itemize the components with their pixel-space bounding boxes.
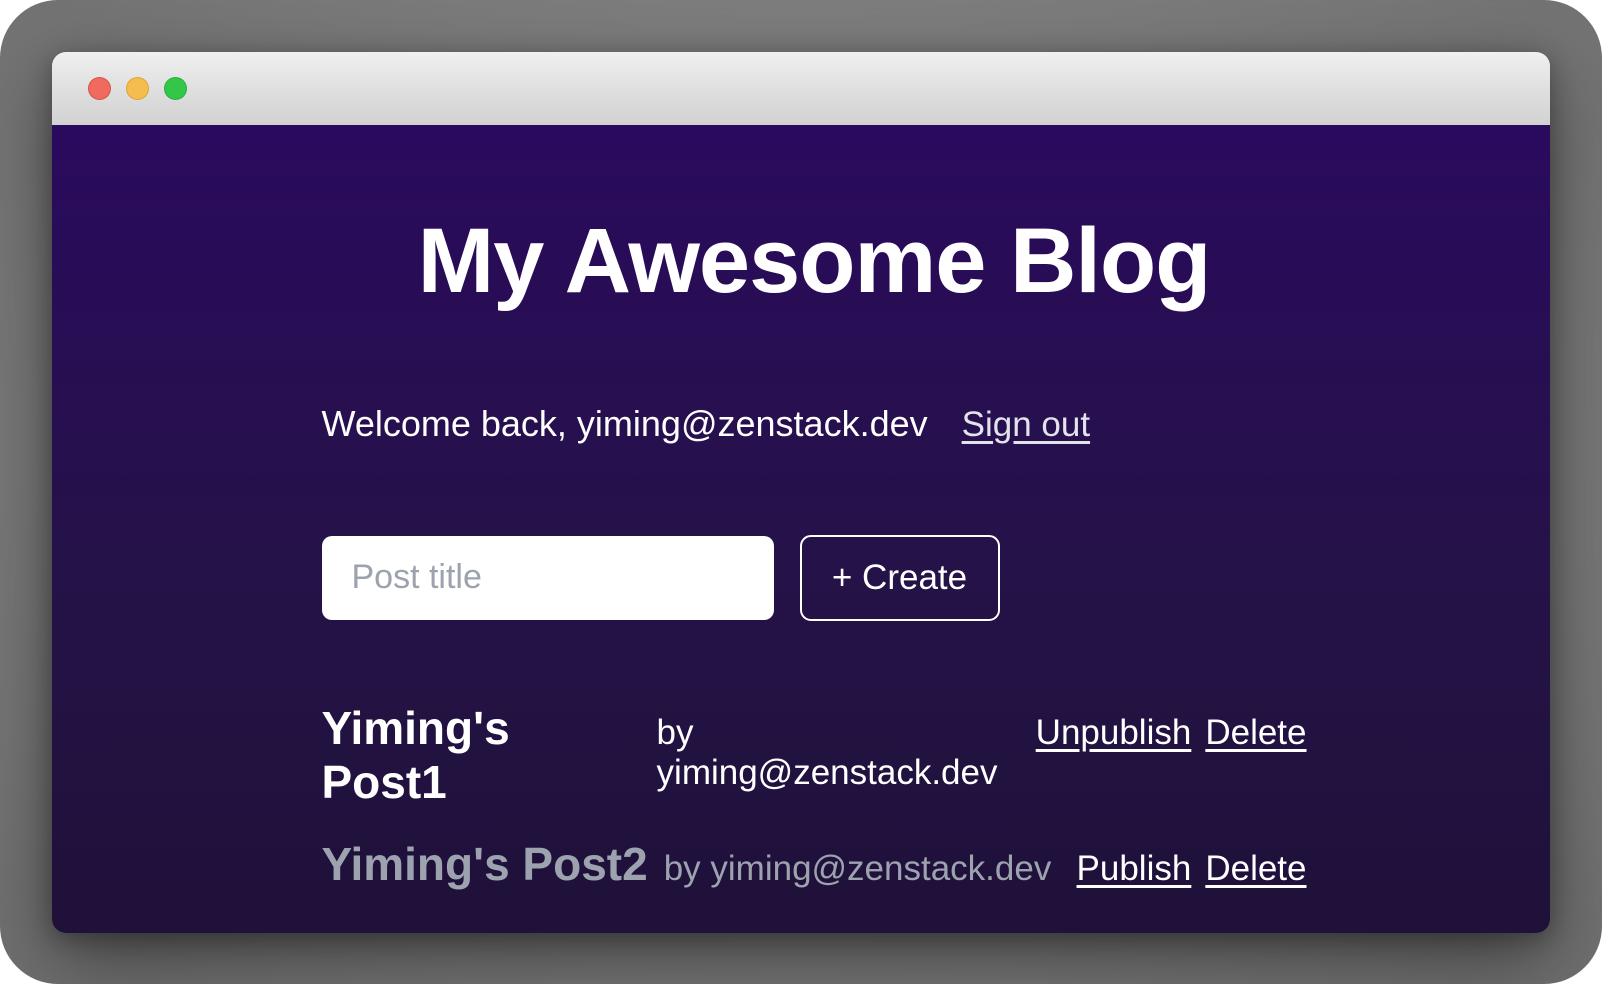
welcome-message: Welcome back, yiming@zenstack.dev <box>322 403 928 445</box>
post-title: Yiming's Post1 <box>322 701 641 809</box>
post-row: Yiming's Post1 by yiming@zenstack.dev Un… <box>322 701 1307 809</box>
sign-out-link[interactable]: Sign out <box>962 405 1090 445</box>
create-post-button[interactable]: + Create <box>800 535 1000 621</box>
screen-backdrop: My Awesome Blog Welcome back, yiming@zen… <box>0 0 1602 984</box>
screenshot-stage: My Awesome Blog Welcome back, yiming@zen… <box>0 0 1602 984</box>
traffic-light-group <box>88 77 187 100</box>
page-background: My Awesome Blog Welcome back, yiming@zen… <box>52 125 1550 933</box>
post-title-input[interactable] <box>322 536 774 620</box>
unpublish-link[interactable]: Unpublish <box>1036 713 1192 753</box>
post-list: Yiming's Post1 by yiming@zenstack.dev Un… <box>322 701 1307 891</box>
post-byline: by yiming@zenstack.dev <box>664 849 1052 889</box>
page-title: My Awesome Blog <box>322 209 1307 315</box>
post-row: Yiming's Post2 by yiming@zenstack.dev Pu… <box>322 837 1307 891</box>
post-actions: Publish Delete <box>1077 849 1307 889</box>
minimize-button[interactable] <box>126 77 149 100</box>
session-bar: Welcome back, yiming@zenstack.dev Sign o… <box>322 403 1307 445</box>
zoom-button[interactable] <box>164 77 187 100</box>
post-actions: Unpublish Delete <box>1036 713 1307 753</box>
content-container: My Awesome Blog Welcome back, yiming@zen… <box>322 125 1307 891</box>
post-info: Yiming's Post2 by yiming@zenstack.dev <box>322 837 1052 891</box>
delete-link[interactable]: Delete <box>1205 713 1306 753</box>
delete-link[interactable]: Delete <box>1205 849 1306 889</box>
post-title: Yiming's Post2 <box>322 837 648 891</box>
create-post-form: + Create <box>322 535 1307 621</box>
publish-link[interactable]: Publish <box>1077 849 1192 889</box>
post-byline: by yiming@zenstack.dev <box>657 713 1036 793</box>
app-window: My Awesome Blog Welcome back, yiming@zen… <box>52 52 1550 933</box>
close-button[interactable] <box>88 77 111 100</box>
window-titlebar[interactable] <box>52 52 1550 125</box>
post-info: Yiming's Post1 by yiming@zenstack.dev <box>322 701 1036 809</box>
